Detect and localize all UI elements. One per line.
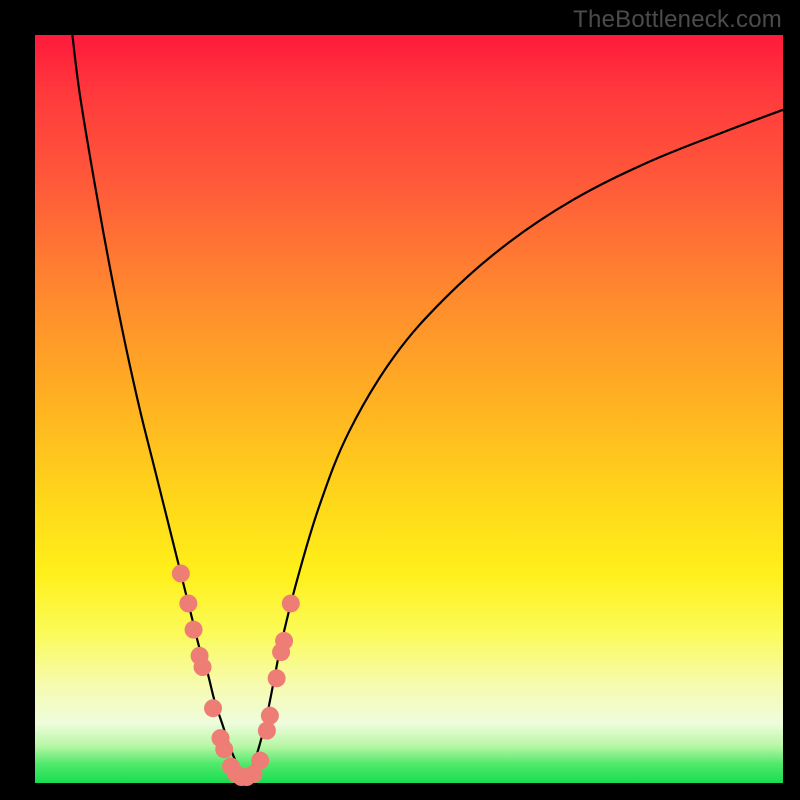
chart-svg [35, 35, 783, 783]
right-curve [244, 110, 783, 779]
highlight-dot [172, 565, 190, 583]
highlight-dot [194, 658, 212, 676]
highlight-dot [215, 740, 233, 758]
watermark-text: TheBottleneck.com [573, 6, 782, 34]
outer-frame: TheBottleneck.com [0, 0, 800, 800]
highlight-dot [251, 752, 269, 770]
plot-area [35, 35, 783, 783]
highlight-dot [258, 722, 276, 740]
highlight-dots [172, 565, 300, 786]
highlight-dot [282, 594, 300, 612]
highlight-dot [261, 707, 279, 725]
highlight-dot [204, 699, 222, 717]
left-curve [72, 35, 244, 779]
highlight-dot [275, 632, 293, 650]
highlight-dot [185, 621, 203, 639]
highlight-dot [179, 594, 197, 612]
highlight-dot [268, 669, 286, 687]
